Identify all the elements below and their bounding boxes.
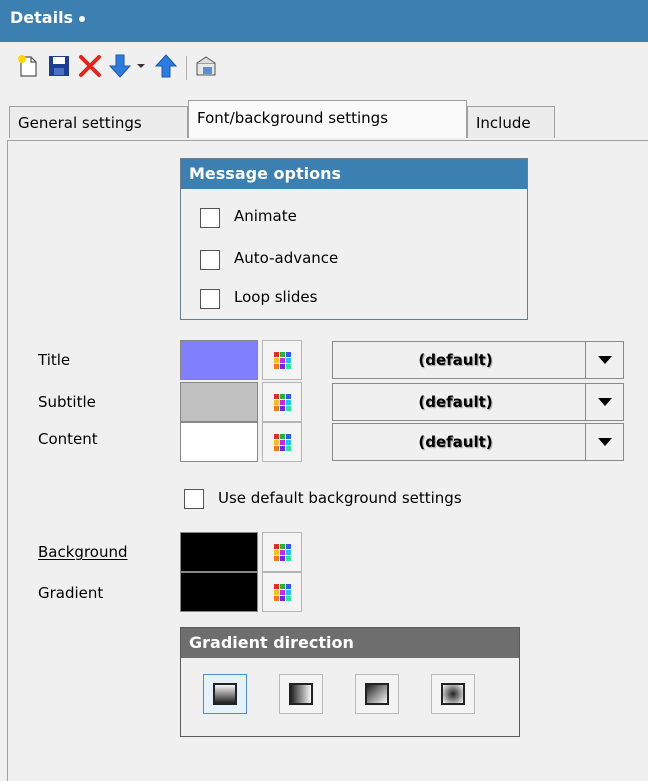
move-up-button[interactable] — [152, 52, 180, 80]
gradient-horizontal-icon — [289, 683, 313, 705]
tab-label: General settings — [18, 114, 142, 132]
content-color-picker-button[interactable] — [262, 422, 302, 462]
modified-dot-icon — [79, 15, 86, 22]
use-default-background-label: Use default background settings — [218, 489, 462, 507]
gradient-color-swatch[interactable] — [180, 572, 258, 612]
use-default-background-checkbox[interactable] — [184, 489, 204, 509]
panel-header: Details — [0, 0, 648, 42]
gradient-direction-group: Gradient direction — [180, 627, 520, 737]
title-font-dropdown[interactable]: (default) — [332, 341, 624, 379]
palette-icon — [273, 393, 291, 411]
tab-label: Font/background settings — [197, 109, 389, 127]
palette-icon — [273, 543, 291, 561]
toolbar-separator — [186, 56, 187, 80]
gradient-vertical-icon — [213, 683, 237, 705]
delete-icon — [79, 55, 101, 77]
background-color-picker-button[interactable] — [262, 532, 302, 572]
auto-advance-label: Auto-advance — [234, 249, 339, 267]
loop-slides-checkbox[interactable] — [200, 289, 220, 309]
tab-font-background-settings[interactable]: Font/background settings — [188, 100, 467, 138]
save-button[interactable] — [45, 52, 73, 80]
palette-icon — [273, 583, 291, 601]
group-title: Message options — [181, 159, 527, 189]
auto-advance-checkbox[interactable] — [200, 250, 220, 270]
save-icon — [49, 56, 69, 76]
title-color-picker-button[interactable] — [262, 340, 302, 380]
export-button[interactable] — [192, 52, 220, 80]
export-icon — [196, 56, 216, 76]
gradient-direction-button-3[interactable] — [355, 674, 399, 714]
new-button[interactable] — [14, 52, 42, 80]
gradient-radial-icon — [441, 683, 465, 705]
move-down-icon — [108, 54, 132, 78]
toolbar — [0, 42, 648, 94]
message-options-group: Message options — [180, 158, 528, 320]
move-down-button[interactable] — [106, 52, 134, 80]
title-color-swatch[interactable] — [180, 340, 258, 380]
move-down-dropdown[interactable] — [132, 52, 150, 80]
gradient-color-picker-button[interactable] — [262, 572, 302, 612]
animate-label: Animate — [234, 207, 297, 225]
gradient-direction-buttons — [203, 674, 503, 714]
subtitle-color-swatch[interactable] — [180, 382, 258, 422]
new-icon — [18, 55, 37, 77]
title-label: Title — [38, 351, 71, 369]
content-label: Content — [38, 430, 98, 448]
group-title: Gradient direction — [181, 628, 519, 658]
dropdown-value: (default) — [418, 393, 493, 411]
background-label: Background — [38, 543, 128, 561]
subtitle-color-picker-button[interactable] — [262, 382, 302, 422]
subtitle-label: Subtitle — [38, 393, 96, 411]
move-up-icon — [154, 54, 178, 78]
tab-general-settings[interactable]: General settings — [9, 106, 188, 138]
gradient-direction-button-1[interactable] — [203, 674, 247, 714]
tab-label: Include — [476, 114, 531, 132]
chevron-down-icon[interactable] — [585, 384, 623, 420]
dropdown-value: (default) — [418, 433, 493, 451]
gradient-diagonal-icon — [365, 683, 389, 705]
loop-slides-label: Loop slides — [234, 288, 318, 306]
dropdown-arrow-icon — [137, 64, 145, 68]
subtitle-font-dropdown[interactable]: (default) — [332, 383, 624, 421]
palette-icon — [273, 351, 291, 369]
tab-include[interactable]: Include — [467, 106, 555, 138]
gradient-label: Gradient — [38, 584, 104, 602]
background-color-swatch[interactable] — [180, 532, 258, 572]
dropdown-value: (default) — [418, 351, 493, 369]
gradient-direction-button-4[interactable] — [431, 674, 475, 714]
gradient-direction-button-2[interactable] — [279, 674, 323, 714]
palette-icon — [273, 433, 291, 451]
delete-button[interactable] — [76, 52, 104, 80]
panel-title: Details — [10, 8, 74, 27]
content-color-swatch[interactable] — [180, 422, 258, 462]
chevron-down-icon[interactable] — [585, 424, 623, 460]
content-font-dropdown[interactable]: (default) — [332, 423, 624, 461]
animate-checkbox[interactable] — [200, 208, 220, 228]
chevron-down-icon[interactable] — [585, 342, 623, 378]
